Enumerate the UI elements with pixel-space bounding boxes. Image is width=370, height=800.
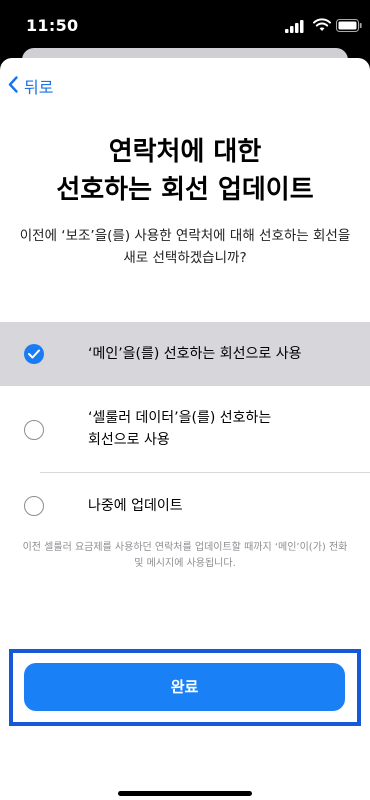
divider bbox=[40, 472, 370, 473]
modal-sheet: 뒤로 연락처에 대한 선호하는 회선 업데이트 이전에 ‘보조’을(를) 사용한… bbox=[0, 58, 370, 800]
option-label: ‘메인’을(를) 선호하는 회선으로 사용 bbox=[88, 346, 302, 362]
battery-icon bbox=[336, 17, 362, 36]
done-button[interactable]: 완료 bbox=[24, 663, 345, 711]
page-title-line1: 연락처에 대한 bbox=[108, 137, 262, 167]
option-update-later[interactable]: 나중에 업데이트 bbox=[0, 474, 370, 538]
back-button[interactable]: 뒤로 bbox=[8, 74, 53, 98]
option-label-line1: ‘셀룰러 데이터’을(를) 선호하는 bbox=[88, 410, 272, 426]
wifi-icon bbox=[313, 17, 331, 36]
back-label: 뒤로 bbox=[24, 78, 54, 97]
checkmark-icon bbox=[24, 344, 44, 364]
cellular-signal-icon bbox=[285, 18, 305, 37]
page-title-line2: 선호하는 회선 업데이트 bbox=[56, 175, 314, 205]
footnote: 이전 셀룰러 요금제를 사용하던 연락처를 업데이트할 때까지 ‘메인’이(가)… bbox=[22, 542, 348, 569]
option-label-line2: 회선으로 사용 bbox=[88, 432, 170, 448]
home-indicator bbox=[118, 791, 252, 796]
page-subtitle: 이전에 ‘보조’을(를) 사용한 연락처에 대해 선호하는 회선을 새로 선택하… bbox=[19, 228, 351, 266]
page-title: 연락처에 대한 선호하는 회선 업데이트 bbox=[0, 133, 370, 209]
radio-unchecked-icon bbox=[24, 420, 44, 440]
option-use-cellular-data-line[interactable]: ‘셀룰러 데이터’을(를) 선호하는 회선으로 사용 bbox=[0, 388, 370, 472]
chevron-left-icon bbox=[8, 75, 18, 97]
status-bar: 11:50 bbox=[0, 0, 370, 50]
option-label: 나중에 업데이트 bbox=[88, 498, 183, 514]
radio-unchecked-icon bbox=[24, 496, 44, 516]
option-use-main-line[interactable]: ‘메인’을(를) 선호하는 회선으로 사용 bbox=[0, 322, 370, 386]
status-time: 11:50 bbox=[26, 16, 79, 35]
